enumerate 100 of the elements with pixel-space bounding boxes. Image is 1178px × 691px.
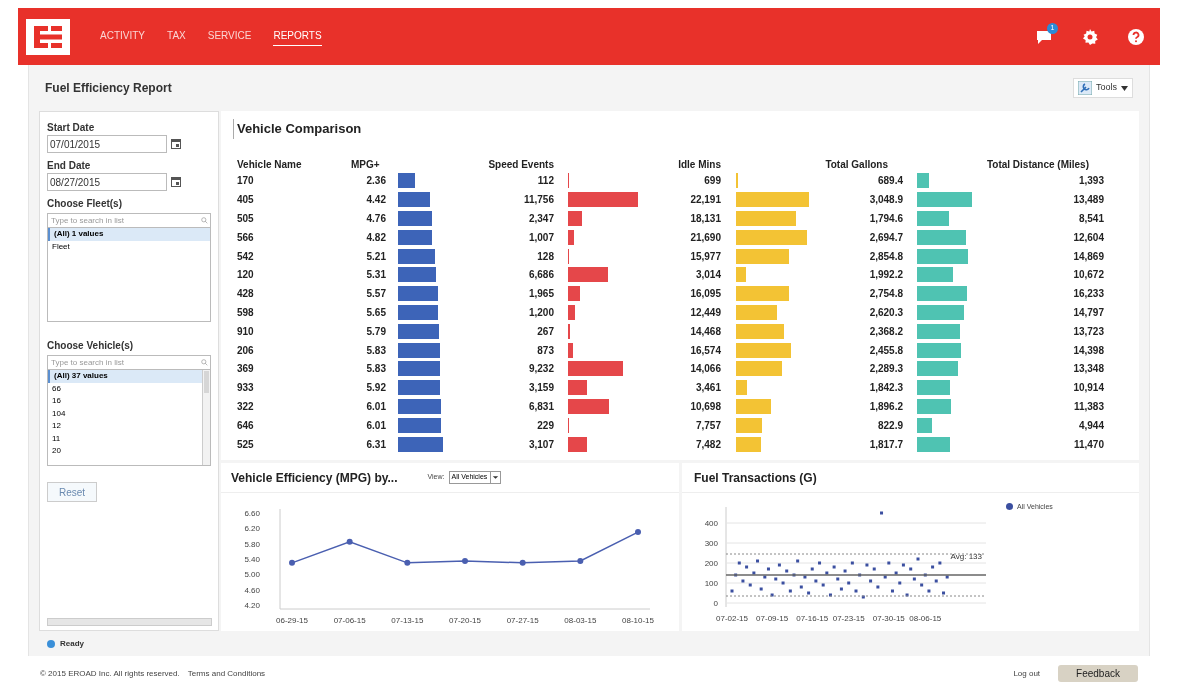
table-cell-text: 21,690 bbox=[689, 230, 721, 245]
column-header: Total Gallons bbox=[824, 157, 888, 172]
table-cell-text: 6.01 bbox=[365, 399, 386, 414]
table-cell-text: 5.92 bbox=[365, 381, 386, 396]
x-axis-label: 07-16-15 bbox=[796, 614, 829, 623]
table-cell-text: 14,468 bbox=[689, 324, 721, 339]
table-cell-text: 22,191 bbox=[689, 193, 721, 208]
table-cell-text: 1,393 bbox=[1077, 174, 1104, 189]
table-cell-text: 13,348 bbox=[1072, 362, 1104, 377]
x-axis-label: 07-30-15 bbox=[872, 614, 905, 623]
y-axis-label: 0 bbox=[713, 599, 718, 608]
table-cell-text: 6,831 bbox=[527, 399, 554, 414]
table-cell-text: 2,620.3 bbox=[868, 305, 903, 320]
table-cell-text: 525 bbox=[237, 437, 255, 452]
y-tick-label: 5.00 bbox=[244, 570, 261, 580]
column-header: Speed Events bbox=[487, 157, 554, 172]
table-cell-text: 9,232 bbox=[527, 362, 554, 377]
table-cell-text: 3,014 bbox=[694, 268, 721, 283]
column-header: Idle Mins bbox=[677, 157, 721, 172]
table-cell-text: 699 bbox=[703, 174, 721, 189]
table-cell-text: 16,233 bbox=[1072, 287, 1104, 302]
table-cell-text: 933 bbox=[237, 381, 255, 396]
table-cell-text: 2,854.8 bbox=[868, 249, 903, 264]
table-cell-text: 322 bbox=[237, 399, 255, 414]
x-axis-label: 08-10-15 bbox=[622, 616, 654, 625]
table-cell-text: 7,757 bbox=[694, 418, 721, 433]
table-cell-text: 598 bbox=[237, 305, 255, 320]
table-cell-text: 5.83 bbox=[365, 362, 386, 377]
x-axis-label: 07-13-15 bbox=[391, 616, 424, 625]
y-axis-label: 400 bbox=[704, 519, 718, 528]
panel-title: Vehicle Comparison bbox=[233, 119, 1139, 139]
table-cell-text: 4.42 bbox=[365, 193, 386, 208]
x-axis-label: 07-06-15 bbox=[333, 616, 366, 625]
x-axis-label: 07-09-15 bbox=[756, 614, 789, 623]
table-cell-text: 2,368.2 bbox=[868, 324, 903, 339]
copyright-text: © 2015 EROAD Inc. All rights reserved. bbox=[40, 667, 180, 680]
table-cell-text: 369 bbox=[237, 362, 255, 377]
table-cell-text: 542 bbox=[237, 249, 255, 264]
table-cell-text: 11,756 bbox=[522, 193, 554, 208]
y-tick-label: 6.20 bbox=[244, 524, 261, 534]
table-cell-text: 2,754.8 bbox=[868, 287, 903, 302]
x-axis-label: 07-23-15 bbox=[832, 614, 865, 623]
table-cell-text: 1,896.2 bbox=[868, 399, 903, 414]
table-cell-text: 3,159 bbox=[527, 381, 554, 396]
column-header: Total Distance (Miles) bbox=[985, 157, 1089, 172]
x-axis-label: 08-06-15 bbox=[909, 614, 942, 623]
x-axis-label: 08-03-15 bbox=[564, 616, 597, 625]
table-cell-text: 3,048.9 bbox=[868, 193, 903, 208]
table-cell-text: 4,944 bbox=[1077, 418, 1104, 433]
table-cell-text: 689.4 bbox=[876, 174, 903, 189]
table-cell-text: 4.82 bbox=[365, 230, 386, 245]
table-cell-text: 112 bbox=[536, 174, 554, 189]
table-cell-text: 18,131 bbox=[689, 212, 721, 226]
table-cell-text: 1,200 bbox=[527, 305, 554, 320]
table-cell-text: 5.57 bbox=[365, 287, 386, 302]
table-cell-text: 3,461 bbox=[694, 381, 721, 396]
table-cell-text: 7,482 bbox=[694, 437, 721, 452]
table-cell-text: 5.31 bbox=[365, 268, 386, 283]
y-tick-label: 6.60 bbox=[244, 508, 261, 518]
field-label: Start Date bbox=[47, 121, 96, 135]
table-cell-text: 3,107 bbox=[527, 437, 554, 452]
table-cell-text: 120 bbox=[237, 268, 255, 283]
table-cell-text: 1,007 bbox=[527, 230, 554, 245]
table-cell-text: 11,383 bbox=[1072, 399, 1104, 414]
panel-title: Vehicle Efficiency (MPG) by... bbox=[231, 469, 398, 487]
x-axis-label: 06-29-15 bbox=[276, 616, 308, 625]
table-cell-text: 6.01 bbox=[365, 418, 386, 433]
table-cell-text: 910 bbox=[237, 324, 255, 339]
table-cell-text: 1,817.7 bbox=[868, 437, 903, 452]
column-header: Vehicle Name bbox=[237, 157, 303, 172]
page-title: Fuel Efficiency Report bbox=[45, 80, 172, 97]
table-cell-text: 15,977 bbox=[689, 249, 721, 264]
table-cell-text: 873 bbox=[536, 343, 554, 358]
table-cell-text: 5.21 bbox=[365, 249, 386, 264]
x-axis-label: 07-27-15 bbox=[506, 616, 539, 625]
table-cell-text: 2,455.8 bbox=[868, 343, 903, 358]
table-cell-text: 5.79 bbox=[365, 324, 386, 339]
table-cell-text: 14,869 bbox=[1072, 249, 1104, 264]
table-cell-text: 646 bbox=[237, 418, 255, 433]
field-label: Choose Fleet(s) bbox=[47, 197, 123, 211]
y-tick-label: 4.20 bbox=[244, 601, 261, 611]
table-cell-text: 2,289.3 bbox=[868, 362, 903, 377]
table-cell-text: 267 bbox=[536, 324, 554, 339]
table-cell-text: 2,347 bbox=[527, 212, 554, 226]
table-cell-text: 170 bbox=[237, 174, 255, 189]
table-cell-text: 5.83 bbox=[365, 343, 386, 358]
table-cell-text: 14,398 bbox=[1072, 343, 1104, 358]
table-cell-text: 822.9 bbox=[876, 418, 903, 433]
table-cell-text: 1,794.6 bbox=[868, 212, 903, 226]
y-tick-label: 5.80 bbox=[244, 539, 261, 549]
table-cell-text: 11,470 bbox=[1072, 437, 1104, 452]
table-cell-text: 1,842.3 bbox=[868, 381, 903, 396]
table-cell-text: 6.31 bbox=[365, 437, 386, 452]
table-cell-text: 5.65 bbox=[365, 305, 386, 320]
field-label: Choose Vehicle(s) bbox=[47, 339, 135, 353]
average-label: Avg: 133 bbox=[950, 552, 982, 561]
y-axis-label: 100 bbox=[704, 579, 718, 588]
table-cell-text: 10,672 bbox=[1072, 268, 1104, 283]
table-cell-text: 12,604 bbox=[1072, 230, 1104, 245]
y-axis-label: 200 bbox=[704, 559, 718, 568]
